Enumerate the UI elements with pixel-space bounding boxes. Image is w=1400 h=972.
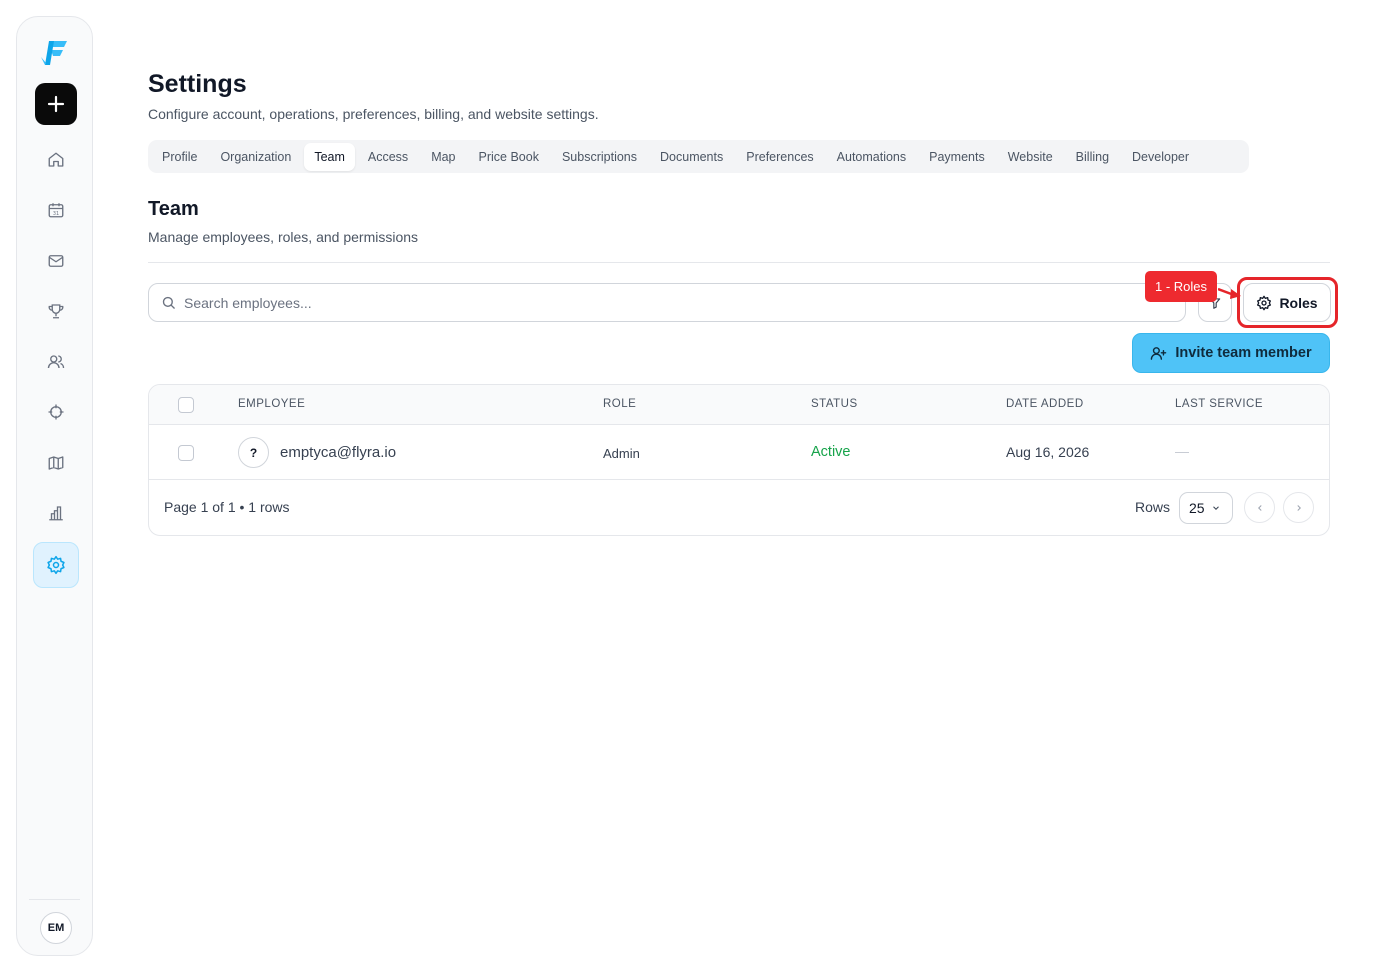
next-page-button[interactable] (1283, 492, 1314, 523)
gear-icon (47, 555, 65, 575)
section-title: Team (148, 198, 199, 220)
nav-mail[interactable] (44, 249, 68, 273)
date-added: Aug 16, 2026 (1006, 444, 1090, 460)
annotation-label: 1 - Roles (1145, 271, 1218, 302)
tab-organization[interactable]: Organization (210, 143, 301, 171)
chevron-left-icon (1257, 504, 1262, 511)
calendar-icon: 31 (48, 203, 64, 218)
tab-map[interactable]: Map (421, 143, 465, 171)
tab-developer[interactable]: Developer (1122, 143, 1199, 171)
rows-per-page-select[interactable]: 25 (1179, 492, 1233, 524)
tab-access[interactable]: Access (358, 143, 418, 171)
table-header: EMPLOYEE ROLE STATUS DATE ADDED LAST SER… (149, 385, 1329, 425)
table-footer: Page 1 of 1 • 1 rows Rows 25 (149, 480, 1329, 535)
users-icon (47, 355, 65, 369)
sidebar: 31 EM (16, 16, 93, 956)
tab-subscriptions[interactable]: Subscriptions (552, 143, 647, 171)
nav-settings[interactable] (33, 542, 79, 588)
mail-icon (48, 255, 64, 267)
tab-price-book[interactable]: Price Book (469, 143, 549, 171)
column-header-role[interactable]: ROLE (603, 398, 636, 410)
sidebar-divider (29, 899, 80, 900)
search-input[interactable] (184, 294, 1084, 311)
tab-profile[interactable]: Profile (152, 143, 207, 171)
previous-page-button[interactable] (1244, 492, 1275, 523)
trophy-icon (48, 304, 64, 319)
tab-automations[interactable]: Automations (827, 143, 916, 171)
user-plus-icon (1151, 346, 1167, 360)
last-service: — (1175, 443, 1189, 459)
nav-target[interactable] (44, 400, 68, 424)
tab-preferences[interactable]: Preferences (736, 143, 823, 171)
home-icon (48, 152, 64, 167)
rows-per-page-value: 25 (1189, 500, 1205, 516)
map-icon (48, 456, 64, 470)
nav-trophy[interactable] (44, 299, 68, 323)
employees-table: EMPLOYEE ROLE STATUS DATE ADDED LAST SER… (148, 384, 1330, 536)
gear-icon (1257, 295, 1272, 310)
column-header-last-service[interactable]: LAST SERVICE (1175, 398, 1263, 410)
employee-email[interactable]: emptyca@flyra.io (280, 444, 396, 461)
svg-text:31: 31 (53, 211, 59, 217)
tab-documents[interactable]: Documents (650, 143, 733, 171)
status-badge: Active (811, 444, 851, 460)
plus-icon (47, 95, 65, 113)
crosshair-icon (48, 404, 64, 420)
page-info: Page 1 of 1 • 1 rows (164, 499, 290, 515)
annotation-arrow-icon (1218, 287, 1241, 299)
select-all-checkbox[interactable] (178, 397, 194, 413)
table-row[interactable]: ? emptyca@flyra.io Admin Active Aug 16, … (149, 425, 1329, 480)
flyra-logo-icon[interactable] (39, 37, 71, 69)
tab-billing[interactable]: Billing (1066, 143, 1119, 171)
nav-users[interactable] (44, 350, 68, 374)
section-divider (148, 262, 1330, 263)
nav-calendar[interactable]: 31 (44, 198, 68, 222)
create-new-button[interactable] (35, 83, 77, 125)
column-header-status[interactable]: STATUS (811, 398, 858, 410)
page-subtitle: Configure account, operations, preferenc… (148, 106, 599, 122)
nav-reports[interactable] (44, 501, 68, 525)
section-subtitle: Manage employees, roles, and permissions (148, 229, 419, 245)
invite-team-member-button[interactable]: Invite team member (1132, 333, 1330, 373)
user-avatar[interactable]: EM (40, 912, 72, 944)
settings-tabs: Profile Organization Team Access Map Pri… (148, 140, 1249, 173)
employee-avatar: ? (238, 437, 269, 468)
page-title: Settings (148, 70, 247, 98)
bar-chart-icon (49, 506, 63, 521)
column-header-employee[interactable]: EMPLOYEE (238, 398, 305, 410)
tab-website[interactable]: Website (998, 143, 1063, 171)
search-box (148, 283, 1186, 322)
chevron-right-icon (1296, 504, 1301, 511)
tab-team[interactable]: Team (304, 142, 355, 171)
rows-label: Rows (1135, 499, 1171, 515)
employee-role: Admin (603, 446, 640, 461)
nav-home[interactable] (44, 148, 68, 172)
row-checkbox[interactable] (178, 445, 194, 461)
nav-map[interactable] (44, 451, 68, 475)
column-header-date-added[interactable]: DATE ADDED (1006, 398, 1084, 410)
roles-label: Roles (1279, 294, 1318, 311)
tab-payments[interactable]: Payments (919, 143, 995, 171)
search-icon (162, 296, 175, 309)
roles-button[interactable]: Roles (1243, 283, 1331, 322)
chevron-down-icon (1212, 506, 1219, 510)
invite-label: Invite team member (1175, 345, 1312, 361)
